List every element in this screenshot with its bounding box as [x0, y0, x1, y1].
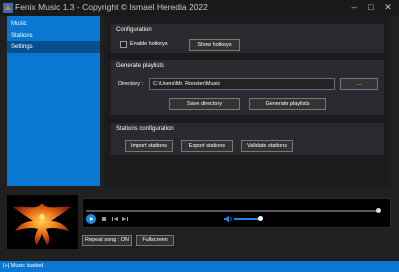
volume-thumb[interactable]: [258, 216, 263, 221]
show-hotkeys-button[interactable]: Show hotkeys: [189, 39, 240, 51]
configuration-title: Configuration: [116, 27, 152, 33]
settings-panel: Configuration Enable hotkeys Show hotkey…: [104, 16, 391, 186]
export-stations-button[interactable]: Export stations: [181, 140, 233, 152]
save-directory-button[interactable]: Save directory: [169, 98, 240, 110]
status-bar: [+] Music loaded: [0, 261, 399, 272]
validate-stations-button[interactable]: Validate stations: [241, 140, 293, 152]
enable-hotkeys-checkbox[interactable]: [120, 41, 127, 48]
seek-bar[interactable]: [86, 210, 378, 212]
directory-input[interactable]: C:\Users\Mr. Rooster\Music: [149, 78, 335, 90]
browse-button[interactable]: ...: [340, 78, 378, 90]
sidebar-item-music[interactable]: Music: [7, 18, 100, 30]
repeat-song-button[interactable]: Repeat song : ON: [82, 235, 132, 246]
app-window: Fenix Music 1.3 - Copyright © Ismael Her…: [0, 0, 399, 272]
close-button[interactable]: ✕: [381, 1, 395, 14]
media-player: [82, 198, 391, 228]
enable-hotkeys-label: Enable hotkeys: [130, 41, 168, 47]
directory-label: Directory :: [118, 81, 144, 87]
minimize-button[interactable]: –: [347, 1, 361, 14]
status-text: [+] Music loaded: [3, 263, 44, 269]
seek-thumb[interactable]: [376, 208, 381, 213]
import-stations-button[interactable]: Import stations: [125, 140, 173, 152]
configuration-section: Configuration Enable hotkeys Show hotkey…: [111, 24, 384, 53]
previous-icon[interactable]: [110, 214, 120, 224]
album-cover: [7, 195, 78, 249]
stations-configuration-title: Stations configuration: [116, 126, 174, 132]
app-logo-icon: [3, 3, 13, 13]
generate-playlists-title: Generate playlists: [116, 63, 165, 69]
title-bar: Fenix Music 1.3 - Copyright © Ismael Her…: [0, 0, 399, 16]
fullscreen-button[interactable]: Fullscreen: [136, 235, 174, 246]
volume-icon[interactable]: [223, 214, 233, 224]
maximize-button[interactable]: □: [364, 1, 378, 14]
stop-icon[interactable]: [99, 214, 109, 224]
generate-playlists-button[interactable]: Generate playlists: [249, 98, 326, 110]
sidebar: Music Stations Settings: [7, 16, 100, 186]
sidebar-item-settings[interactable]: Settings: [7, 41, 100, 53]
window-title: Fenix Music 1.3 - Copyright © Ismael Her…: [15, 2, 208, 12]
play-icon[interactable]: [86, 214, 96, 224]
phoenix-icon: [7, 195, 78, 249]
stations-configuration-section: Stations configuration Import stations E…: [111, 123, 384, 155]
generate-playlists-section: Generate playlists Directory : C:\Users\…: [111, 60, 384, 115]
next-icon[interactable]: [120, 214, 130, 224]
